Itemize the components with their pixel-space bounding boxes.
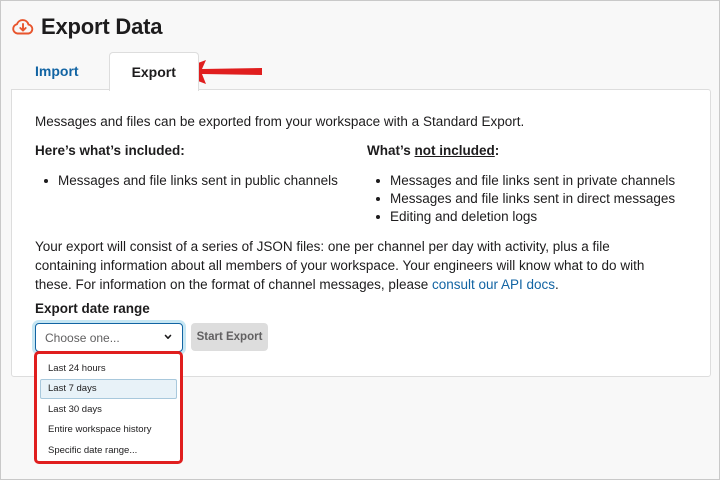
chevron-down-icon <box>164 334 172 339</box>
list-item: Editing and deletion logs <box>374 208 675 226</box>
export-description: Your export will consist of a series of … <box>35 239 645 292</box>
option-last-24-hours[interactable]: Last 24 hours <box>40 358 177 379</box>
date-range-select[interactable]: Choose one... <box>35 323 183 352</box>
api-docs-link[interactable]: consult our API docs <box>432 277 555 292</box>
list-item: Messages and file links sent in public c… <box>42 172 338 190</box>
not-included-heading: What’s not included: <box>367 143 500 158</box>
option-entire-history[interactable]: Entire workspace history <box>40 420 177 441</box>
date-range-label: Export date range <box>35 301 150 316</box>
cloud-download-icon <box>12 19 34 35</box>
tab-bar: Import Export <box>11 52 199 91</box>
page-header: Export Data <box>11 14 162 40</box>
included-heading: Here’s what’s included: <box>35 143 185 158</box>
tab-import[interactable]: Import <box>11 52 103 90</box>
list-item: Messages and file links sent in direct m… <box>374 190 675 208</box>
not-included-list: Messages and file links sent in private … <box>374 172 675 226</box>
select-placeholder: Choose one... <box>45 330 120 345</box>
tab-export[interactable]: Export <box>108 52 199 91</box>
date-range-dropdown: Last 24 hours Last 7 days Last 30 days E… <box>34 351 183 464</box>
start-export-button[interactable]: Start Export <box>191 323 268 351</box>
export-panel: Messages and files can be exported from … <box>11 89 711 377</box>
intro-text: Messages and files can be exported from … <box>35 114 525 129</box>
option-last-7-days[interactable]: Last 7 days <box>40 378 177 399</box>
option-last-30-days[interactable]: Last 30 days <box>40 399 177 420</box>
dropdown-options: Last 24 hours Last 7 days Last 30 days E… <box>37 354 180 461</box>
list-item: Messages and file links sent in private … <box>374 172 675 190</box>
included-list: Messages and file links sent in public c… <box>42 172 338 190</box>
option-specific-range[interactable]: Specific date range... <box>40 440 177 461</box>
page-title: Export Data <box>41 14 163 39</box>
